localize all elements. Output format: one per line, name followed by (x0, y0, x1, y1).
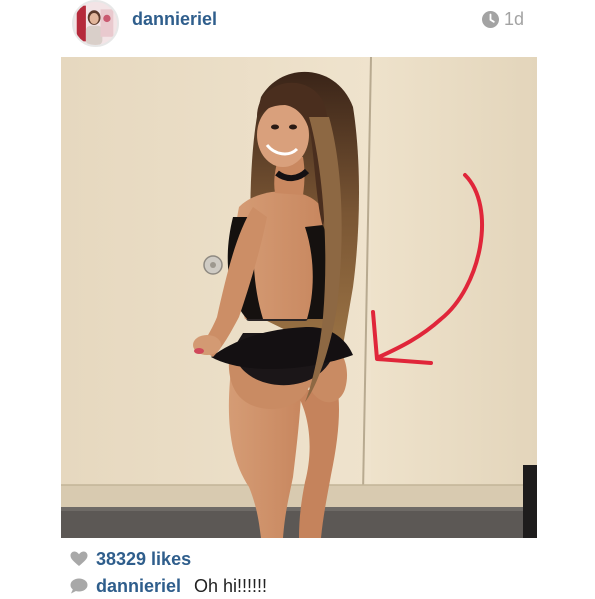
instagram-post: dannieriel 1d 38329 likes dannieriel Oh … (0, 0, 595, 599)
avatar-image (74, 2, 117, 45)
caption-row: dannieriel Oh hi!!!!!! (70, 575, 267, 597)
post-timestamp: 1d (482, 9, 524, 30)
likes-count[interactable]: 38329 likes (96, 549, 191, 570)
clock-icon (482, 11, 499, 28)
comment-bubble-icon (70, 578, 88, 594)
caption-text: Oh hi!!!!!! (194, 575, 268, 596)
post-username[interactable]: dannieriel (132, 9, 217, 30)
time-ago-label: 1d (504, 9, 525, 29)
caption-username[interactable]: dannieriel (96, 576, 181, 597)
post-photo[interactable] (61, 57, 537, 538)
post-header: dannieriel 1d (0, 0, 595, 50)
photo-image (61, 57, 537, 538)
heart-icon (70, 551, 88, 567)
avatar[interactable] (72, 0, 119, 47)
likes-row: 38329 likes (70, 548, 191, 570)
